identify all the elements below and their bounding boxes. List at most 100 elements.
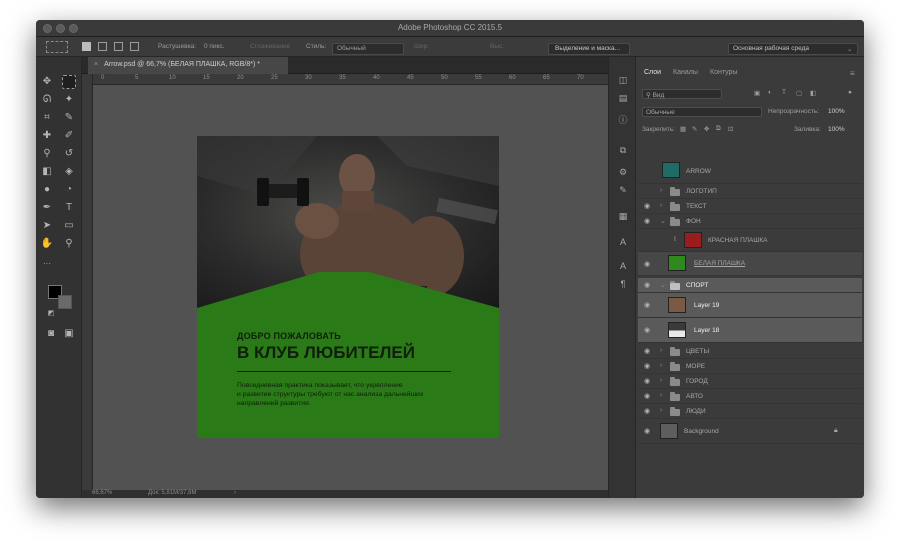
chevron-right-icon[interactable]: › [660, 202, 666, 209]
layer-group-row[interactable]: ◉ › АВТО [638, 389, 862, 404]
screen-mode-icon[interactable]: ▣ [62, 327, 76, 341]
default-colors-icon[interactable]: ◩ [44, 307, 58, 321]
antialias-checkbox[interactable]: Сглаживание [250, 43, 290, 50]
move-tool-icon[interactable]: ✥ [40, 75, 54, 89]
quick-mask-icon[interactable]: ◙ [44, 327, 58, 341]
lock-artboard-icon[interactable]: ⧉ [716, 125, 721, 133]
eye-icon[interactable]: ◉ [644, 362, 653, 370]
eye-icon[interactable]: ◉ [644, 260, 653, 268]
path-selection-tool-icon[interactable]: ➤ [40, 219, 54, 233]
tab-channels[interactable]: Каналы [673, 69, 698, 76]
layer-group-row[interactable]: ◉ › ЛЮДИ [638, 404, 862, 419]
panel-menu-icon[interactable]: ≡ [850, 69, 855, 78]
filter-kind-select[interactable]: ⚲ Вид [642, 89, 722, 99]
filter-shape-icon[interactable]: ▢ [796, 89, 802, 97]
layer-group-row[interactable]: ◉ › МОРЕ [638, 359, 862, 374]
eye-icon[interactable]: ◉ [644, 377, 653, 385]
lock-image-icon[interactable]: ✎ [692, 125, 697, 133]
lock-position-icon[interactable]: ✥ [704, 125, 709, 133]
intersect-selection-icon[interactable] [130, 42, 139, 51]
layer-group-row[interactable]: ◉ ⌄ СПОРТ [638, 278, 862, 293]
more-tools-icon[interactable]: ··· [40, 257, 54, 271]
subtract-selection-icon[interactable] [114, 42, 123, 51]
eye-icon[interactable]: ◉ [644, 202, 653, 210]
eye-icon[interactable]: ◉ [644, 301, 653, 309]
layer-group-row[interactable]: ◉ › ЦВЕТЫ [638, 344, 862, 359]
chevron-down-icon[interactable]: ⌄ [660, 217, 666, 225]
type-tool-icon[interactable]: T [62, 201, 76, 215]
layer-row[interactable]: ℓ КРАСНАЯ ПЛАШКА [638, 229, 862, 252]
eye-icon[interactable]: ◉ [644, 392, 653, 400]
close-document-icon[interactable]: × [94, 61, 98, 68]
layer-group-row[interactable]: ◉ ⌄ ФОН [638, 214, 862, 229]
layer-row[interactable]: ◉ Layer 18 [638, 318, 862, 343]
lock-all-icon[interactable]: ⊡ [728, 125, 733, 133]
paint-bucket-tool-icon[interactable]: ◈ [62, 165, 76, 179]
clone-stamp-tool-icon[interactable]: ⚲ [40, 147, 54, 161]
character-panel-icon[interactable]: A [616, 235, 630, 249]
layer-row[interactable]: ◉ Layer 19 [638, 293, 862, 318]
eye-icon[interactable]: ◉ [644, 326, 653, 334]
chevron-right-icon[interactable]: › [660, 407, 666, 414]
filter-toggle-icon[interactable]: ● [848, 89, 852, 96]
layer-group-row[interactable]: ◉ › ТЕКСТ [638, 199, 862, 214]
swatches-panel-icon[interactable]: ▦ [616, 209, 630, 223]
select-and-mask-button[interactable]: Выделение и маска... [548, 43, 630, 55]
fill-input[interactable]: 100% [828, 126, 845, 133]
eraser-tool-icon[interactable]: ◧ [40, 165, 54, 179]
rectangular-marquee-tool-icon[interactable] [62, 75, 76, 89]
brushes-panel-icon[interactable]: ✎ [616, 183, 630, 197]
zoom-level[interactable]: 66,67% [92, 490, 112, 496]
layer-row[interactable]: ARROW [638, 158, 862, 184]
eye-icon[interactable]: ◉ [644, 407, 653, 415]
chevron-right-icon[interactable]: › [660, 362, 666, 369]
chevron-right-icon[interactable]: › [660, 347, 666, 354]
hand-tool-icon[interactable]: ✋ [40, 237, 54, 251]
magic-wand-tool-icon[interactable]: ✦ [62, 93, 76, 107]
chevron-right-icon[interactable]: › [660, 187, 666, 194]
chevron-right-icon[interactable]: › [660, 392, 666, 399]
chevron-down-icon[interactable]: ⌄ [660, 281, 666, 289]
eye-icon[interactable]: ◉ [644, 281, 653, 289]
brush-tool-icon[interactable]: ✐ [62, 129, 76, 143]
adjustments-panel-icon[interactable]: ▤ [616, 91, 630, 105]
properties-panel-icon[interactable]: ⚙ [616, 165, 630, 179]
filter-pixel-icon[interactable]: ▣ [754, 89, 760, 97]
eyedropper-tool-icon[interactable]: ✎ [62, 111, 76, 125]
background-color-swatch[interactable] [58, 295, 72, 309]
eye-icon[interactable]: ◉ [644, 217, 653, 225]
dodge-tool-icon[interactable]: ◔ [62, 183, 76, 197]
paragraph-panel-icon[interactable]: ¶ [616, 277, 630, 291]
healing-brush-tool-icon[interactable]: ✚ [40, 129, 54, 143]
opacity-input[interactable]: 100% [828, 108, 845, 115]
libraries-panel-icon[interactable]: ⧉ [616, 143, 630, 157]
layer-group-row[interactable]: ◉ › ГОРОД [638, 374, 862, 389]
layer-row[interactable]: ◉ Background 🔒︎ [638, 419, 862, 444]
blend-mode-select[interactable]: Обычные [642, 107, 762, 117]
zoom-tool-icon[interactable]: ⚲ [62, 237, 76, 251]
history-brush-tool-icon[interactable]: ↺ [62, 147, 76, 161]
document-tab[interactable]: × Arrow.psd @ 66,7% (БЕЛАЯ ПЛАШКА, RGB/8*… [88, 57, 288, 74]
info-panel-icon[interactable]: ⓘ [616, 113, 630, 127]
filter-smart-object-icon[interactable]: ◧ [810, 89, 816, 97]
pen-tool-icon[interactable]: ✒ [40, 201, 54, 215]
filter-type-icon[interactable]: T [782, 89, 786, 96]
eye-icon[interactable]: ◉ [644, 347, 653, 355]
artboard[interactable]: ДОБРО ПОЖАЛОВАТЬ В КЛУБ ЛЮБИТЕЛЕЙ Повсед… [197, 136, 499, 438]
history-panel-icon[interactable]: ◫ [616, 73, 630, 87]
blur-tool-icon[interactable]: ● [40, 183, 54, 197]
status-menu-arrow-icon[interactable]: › [234, 490, 236, 496]
glyphs-panel-icon[interactable]: A [616, 259, 630, 273]
feather-input[interactable]: 0 пикс. [204, 43, 225, 50]
marquee-tool-preset-icon[interactable] [46, 41, 68, 53]
eye-icon[interactable]: ◉ [644, 427, 653, 435]
layer-group-row[interactable]: › ЛОГОТИП [638, 184, 862, 199]
add-to-selection-icon[interactable] [98, 42, 107, 51]
layer-row[interactable]: ◉ БЕЛАЯ ПЛАШКА [638, 252, 862, 276]
style-select[interactable]: Обычный [332, 43, 404, 55]
rectangle-tool-icon[interactable]: ▭ [62, 219, 76, 233]
lasso-tool-icon[interactable]: ᘏ [40, 93, 54, 107]
crop-tool-icon[interactable]: ⌗ [40, 111, 54, 125]
tab-layers[interactable]: Слои [644, 69, 661, 76]
filter-adjustment-icon[interactable]: ◐ [768, 89, 772, 96]
